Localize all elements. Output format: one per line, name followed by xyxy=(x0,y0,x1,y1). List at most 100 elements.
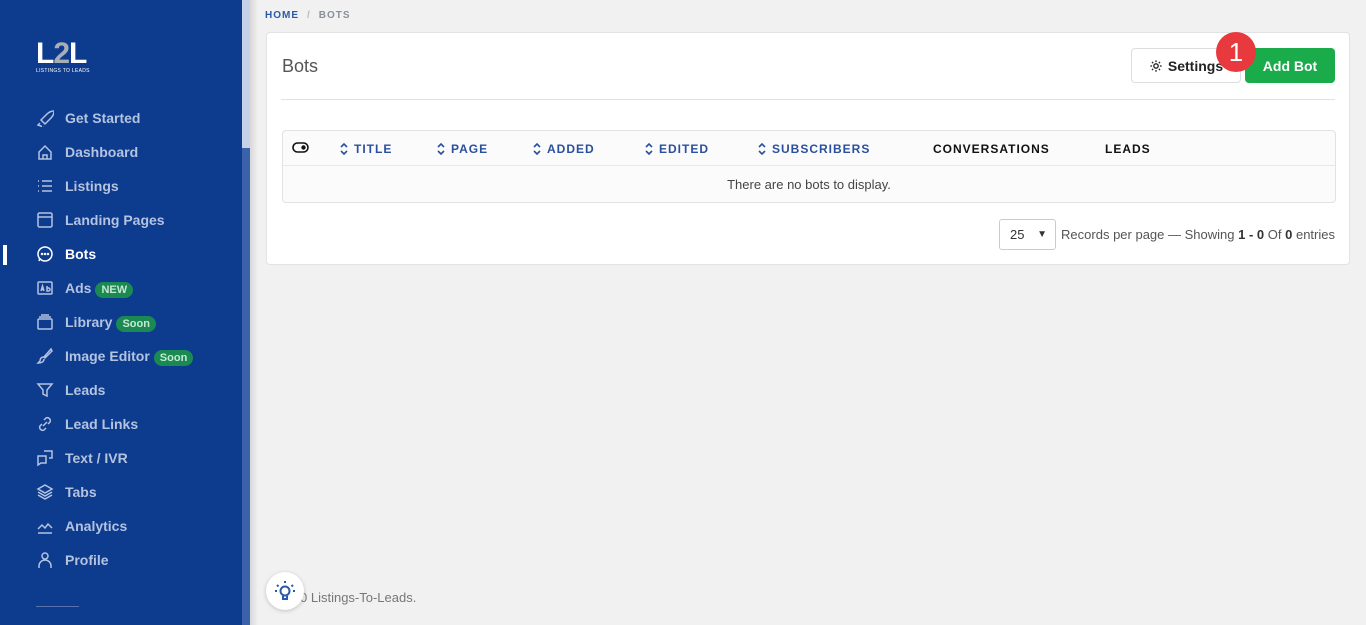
sidebar-item-label: Ads xyxy=(65,280,92,296)
logo-letter: 2 xyxy=(53,37,70,70)
per-page-value: 25 xyxy=(1010,227,1025,242)
column-header-title[interactable]: TITLE xyxy=(340,142,392,156)
sidebar-scrollbar[interactable] xyxy=(242,0,250,625)
sidebar-badge: Soon xyxy=(116,316,156,332)
sidebar-item-label: Listings xyxy=(65,178,119,194)
layers-icon xyxy=(36,484,54,500)
column-label: ADDED xyxy=(547,142,595,156)
sort-icon xyxy=(437,143,445,155)
sidebar-item-label: Image Editor xyxy=(65,348,150,364)
column-label: EDITED xyxy=(659,142,710,156)
help-button[interactable] xyxy=(266,572,304,610)
sidebar-item-analytics[interactable]: Analytics xyxy=(0,509,242,543)
logo[interactable]: L2L LISTINGS TO LEADS xyxy=(36,37,90,75)
sort-icon xyxy=(533,143,541,155)
sidebar-item-label: Landing Pages xyxy=(65,212,165,228)
logo-tagline: LISTINGS TO LEADS xyxy=(36,68,90,74)
column-header-leads[interactable]: LEADS xyxy=(1105,142,1151,156)
chat-squares-icon xyxy=(37,450,53,467)
pager-range: 1 - 0 xyxy=(1238,227,1265,242)
lightbulb-icon xyxy=(275,581,295,600)
window-icon xyxy=(37,212,53,228)
sidebar-item-label: Profile xyxy=(65,552,109,568)
sidebar-item-label: Dashboard xyxy=(65,144,139,160)
toggle-icon[interactable] xyxy=(292,142,309,153)
column-label: LEADS xyxy=(1105,142,1151,156)
table-header: TITLE PAGE ADDED EDITED SUBSCRIBERS CONVERSAT… xyxy=(283,131,1335,166)
collection-icon xyxy=(37,314,53,330)
sort-icon xyxy=(758,143,766,155)
sidebar-item-get-started[interactable]: Get Started xyxy=(0,101,242,135)
logo-letter: L xyxy=(69,37,87,70)
sort-icon xyxy=(645,143,653,155)
pagination: 25 ▼ Records per page — Showing 1 - 0 Of … xyxy=(999,219,1335,250)
breadcrumb-current: BOTS xyxy=(318,10,351,21)
step-marker: 1 xyxy=(1216,32,1256,72)
column-header-added[interactable]: ADDED xyxy=(533,142,595,156)
sidebar-item-landing-pages[interactable]: Landing Pages xyxy=(0,203,242,237)
column-header-subscribers[interactable]: SUBSCRIBERS xyxy=(758,142,870,156)
sidebar-item-dashboard[interactable]: Dashboard xyxy=(0,135,242,169)
sidebar-item-label: Library xyxy=(65,314,113,330)
bots-table: TITLE PAGE ADDED EDITED SUBSCRIBERS CONVERSAT… xyxy=(282,130,1336,203)
link-icon xyxy=(38,416,52,432)
sidebar-item-tabs[interactable]: Tabs xyxy=(0,475,242,509)
sidebar-badge: Soon xyxy=(153,350,194,366)
column-header-conversations[interactable]: CONVERSATIONS xyxy=(933,142,1050,156)
pager-of: Of xyxy=(1267,227,1282,242)
sort-icon xyxy=(340,143,348,155)
logo-letter: L xyxy=(36,37,54,70)
sidebar-item-label: Bots xyxy=(65,246,97,262)
sidebar-shadow xyxy=(250,0,258,625)
chat-icon xyxy=(37,246,53,262)
settings-label: Settings xyxy=(1167,57,1224,74)
page-title: Bots xyxy=(282,56,319,76)
bots-card: Bots Settings Add Bot TITLE PAGE ADDED EDIT… xyxy=(266,32,1350,265)
ad-icon xyxy=(37,281,53,295)
breadcrumb: HOME / BOTS xyxy=(265,10,351,21)
divider xyxy=(281,99,1335,100)
breadcrumb-home[interactable]: HOME xyxy=(265,10,299,21)
sidebar-item-profile[interactable]: Profile xyxy=(0,543,242,577)
sidebar-item-label: Get Started xyxy=(65,110,141,126)
scrollbar-thumb[interactable] xyxy=(242,0,250,148)
add-bot-button[interactable]: Add Bot xyxy=(1245,48,1335,83)
sidebar-item-listings[interactable]: Listings xyxy=(0,169,242,203)
sidebar-badge: NEW xyxy=(95,282,134,298)
sidebar-item-label: Leads xyxy=(65,382,106,398)
funnel-icon xyxy=(36,383,54,398)
list-icon xyxy=(38,180,52,192)
sidebar-item-text-ivr[interactable]: Text / IVR xyxy=(0,441,242,475)
sidebar-nav: Get Started Dashboard Listings Landing Page… xyxy=(0,101,242,577)
empty-message: There are no bots to display. xyxy=(727,177,891,192)
chart-icon xyxy=(37,522,53,534)
sidebar-divider xyxy=(36,606,79,607)
sidebar: L2L LISTINGS TO LEADS Get Started Dashboa… xyxy=(0,0,242,625)
records-per-page-select[interactable]: 25 ▼ xyxy=(999,219,1057,250)
sidebar-item-label: Text / IVR xyxy=(65,450,128,466)
sidebar-item-image-editor[interactable]: Image Editor Soon xyxy=(0,339,242,373)
pager-label: Records per page — Showing xyxy=(1061,227,1235,242)
column-header-edited[interactable]: EDITED xyxy=(645,142,709,156)
column-label: SUBSCRIBERS xyxy=(772,142,871,156)
brush-icon xyxy=(36,347,53,364)
pager-total: 0 xyxy=(1285,227,1293,242)
sidebar-item-label: Analytics xyxy=(65,518,128,534)
gear-icon xyxy=(1150,59,1162,72)
breadcrumb-separator: / xyxy=(307,10,311,21)
rocket-icon xyxy=(36,110,54,127)
sidebar-item-ads[interactable]: Ads NEW xyxy=(0,271,242,305)
sidebar-item-bots[interactable]: Bots xyxy=(0,237,242,271)
column-label: TITLE xyxy=(354,142,393,156)
sidebar-item-label: Lead Links xyxy=(65,416,139,432)
pager-text: Records per page — Showing 1 - 0 Of 0 en… xyxy=(1061,227,1335,242)
chevron-down-icon: ▼ xyxy=(1037,229,1048,240)
home-icon xyxy=(38,144,52,160)
sidebar-item-leads[interactable]: Leads xyxy=(0,373,242,407)
sidebar-item-lead-links[interactable]: Lead Links xyxy=(0,407,242,441)
person-icon xyxy=(38,552,52,568)
pager-entries: entries xyxy=(1295,227,1335,242)
column-header-page[interactable]: PAGE xyxy=(437,142,488,156)
sidebar-item-library[interactable]: Library Soon xyxy=(0,305,242,339)
footer-copyright: 0 Listings-To-Leads. xyxy=(300,590,417,605)
